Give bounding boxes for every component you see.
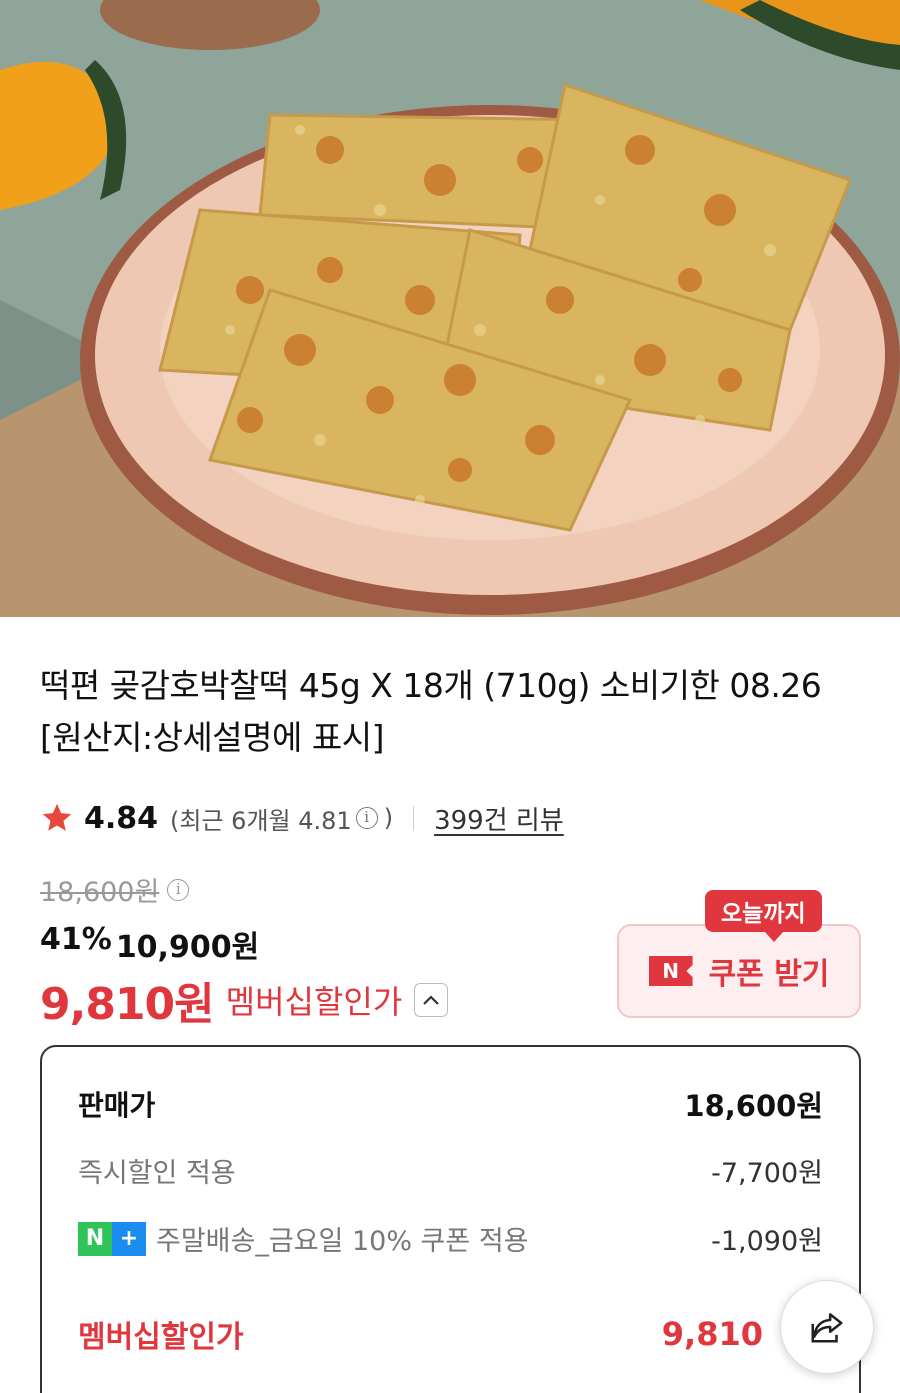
sale-price: 10,900원 [115,930,260,965]
product-image [0,0,900,617]
sale-price-row: 41% 10,900원 [40,922,259,966]
recent-rating: (최근 6개월 4.81 i ) [170,801,393,836]
breakdown-value: -1,090원 [711,1226,823,1257]
original-price-row: 18,600원 i [40,870,195,909]
star-icon [42,803,72,831]
member-price-label: 멤버십할인가 [225,983,403,1021]
rating-score: 4.84 [84,800,159,836]
chevron-up-icon[interactable] [414,983,449,1017]
nplus-plus: + [112,1221,146,1256]
n-badge-icon: N [648,956,693,986]
coupon-label: 쿠폰 받기 [708,957,830,992]
breakdown-label: 판매가 [78,1089,156,1122]
price-info-icon[interactable]: i [167,878,190,901]
share-button[interactable] [780,1280,874,1374]
breakdown-value: -7,700원 [711,1158,823,1189]
info-icon[interactable]: i [355,807,378,829]
breakdown-row-member-price: 멤버십할인가 9,810 [78,1312,823,1356]
breakdown-label: 즉시할인 적용 [78,1158,236,1189]
product-title: 떡편 곶감호박찰떡 45g X 18개 (710g) 소비기한 08.26 [원… [40,666,822,757]
nplus-n: N [78,1221,112,1256]
breakdown-label: 멤버십할인가 [78,1320,244,1355]
discount-percent: 41% [40,922,112,957]
share-icon [811,1313,843,1343]
original-price: 18,600원 [40,877,160,908]
today-only-tag: 오늘까지 [705,890,822,942]
member-price: 9,810원 [40,979,215,1030]
nplus-icon: N + [78,1221,146,1256]
breakdown-row-coupon: N + 주말배송_금요일 10% 쿠폰 적용 -1,090원 [78,1219,823,1258]
breakdown-row-instant-discount: 즉시할인 적용 -7,700원 [78,1151,823,1190]
divider [413,806,415,830]
breakdown-label-group: N + 주말배송_금요일 10% 쿠폰 적용 [78,1219,529,1258]
breakdown-row-sale-price: 판매가 18,600원 [78,1083,823,1125]
breakdown-label: 주말배송_금요일 10% 쿠폰 적용 [156,1226,529,1257]
rating-row: 4.84 (최근 6개월 4.81 i ) 399건 리뷰 [40,798,564,838]
get-coupon-button[interactable]: N 쿠폰 받기 [617,924,861,1018]
breakdown-value: 9,810 [661,1315,763,1353]
recent-rating-text: (최근 6개월 4.81 [170,806,352,835]
review-count-link[interactable]: 399건 리뷰 [434,800,564,837]
price-breakdown-panel: 판매가 18,600원 즉시할인 적용 -7,700원 N + 주말배송_금요일… [40,1045,861,1393]
recent-rating-close: ) [383,804,394,832]
breakdown-value: 18,600원 [684,1089,823,1123]
member-price-row: 9,810원 멤버십할인가 [40,968,449,1032]
